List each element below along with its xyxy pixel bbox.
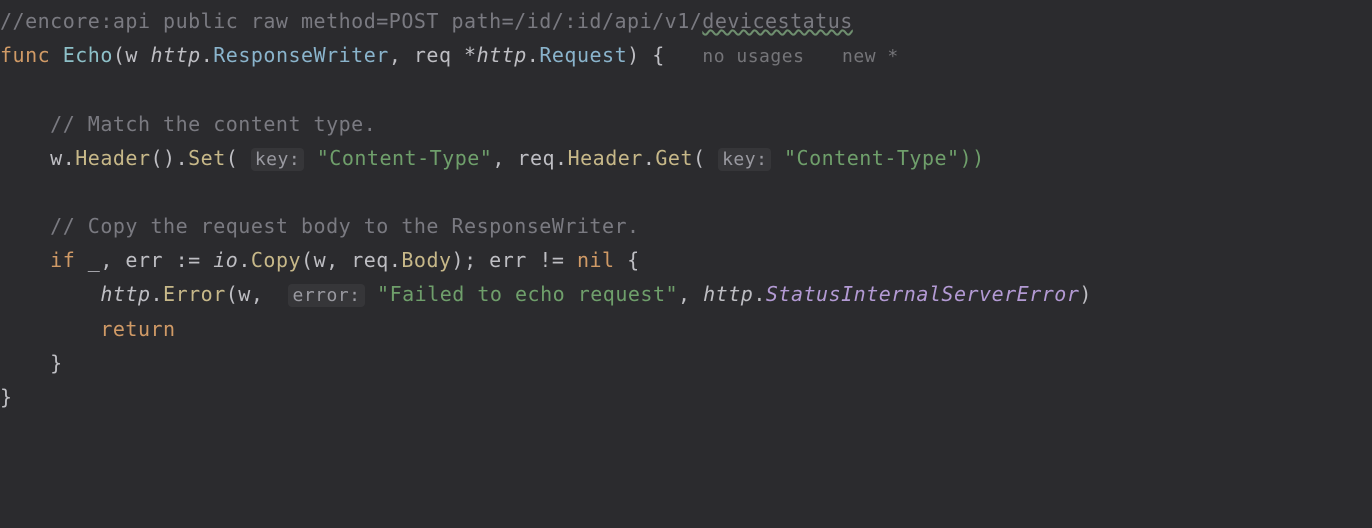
keyword-nil: nil — [577, 248, 615, 272]
method-set: Set — [188, 146, 226, 170]
code-text: (w — [113, 43, 151, 67]
string-literal: "Content-Type" — [304, 146, 492, 170]
code-text: ) { — [627, 43, 665, 67]
field-body: Body — [401, 248, 451, 272]
keyword-return: return — [100, 317, 175, 341]
code-text: (w, req. — [301, 248, 401, 272]
pkg-io: io — [213, 248, 238, 272]
code-text: ); err != — [452, 248, 577, 272]
code-text: _, err := — [75, 248, 213, 272]
type-responsewriter: ResponseWriter — [213, 43, 389, 67]
brace: } — [0, 351, 63, 375]
dot: . — [643, 146, 656, 170]
param-hint-key: key: — [718, 148, 771, 171]
dot: . — [238, 248, 251, 272]
keyword-if: if — [50, 248, 75, 272]
comment: // Match the content type. — [50, 112, 376, 136]
pkg-http: http — [151, 43, 201, 67]
usages-hint[interactable]: no usages — [702, 46, 804, 67]
code-text: w. — [0, 146, 75, 170]
code-editor[interactable]: //encore:api public raw method=POST path… — [0, 0, 1372, 414]
paren: ( — [693, 146, 718, 170]
code-text: , req. — [492, 146, 567, 170]
func-copy: Copy — [251, 248, 301, 272]
brace: } — [0, 385, 13, 409]
param-hint-error: error: — [288, 284, 364, 307]
comment: // Copy the request body to the Response… — [50, 214, 639, 238]
indent — [0, 282, 100, 306]
func-name: Echo — [63, 43, 113, 67]
code-text: , req * — [389, 43, 477, 67]
dot: . — [753, 282, 766, 306]
paren: ) — [1079, 282, 1092, 306]
vcs-hint[interactable]: new * — [842, 46, 899, 67]
param-hint-key: key: — [251, 148, 304, 171]
pkg-http: http — [477, 43, 527, 67]
dot: . — [201, 43, 214, 67]
pkg-http: http — [703, 282, 753, 306]
dot: . — [151, 282, 164, 306]
method-header: Header — [568, 146, 643, 170]
code-text: (). — [151, 146, 189, 170]
string-literal: "Content-Type")) — [771, 146, 984, 170]
comment-directive: //encore:api public raw method=POST path… — [0, 9, 853, 33]
const-status: StatusInternalServerError — [766, 282, 1080, 306]
pkg-http: http — [100, 282, 150, 306]
warning-squiggle: devicestatus — [702, 9, 853, 33]
method-get: Get — [655, 146, 693, 170]
string-literal: "Failed to echo request" — [365, 282, 679, 306]
keyword-func: func — [0, 43, 50, 67]
method-header: Header — [75, 146, 150, 170]
dot: . — [527, 43, 540, 67]
paren: (w, — [226, 282, 289, 306]
type-request: Request — [539, 43, 627, 67]
func-error: Error — [163, 282, 226, 306]
paren: ( — [226, 146, 251, 170]
comma: , — [678, 282, 703, 306]
brace: { — [615, 248, 640, 272]
